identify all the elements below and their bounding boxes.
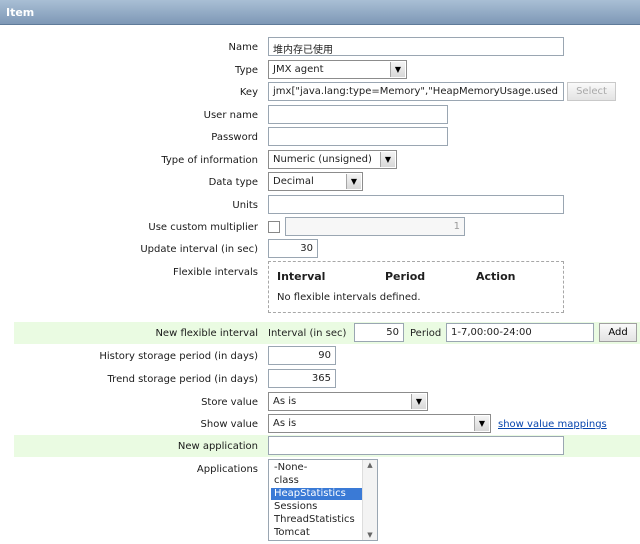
section-title: Item xyxy=(6,6,35,19)
scroll-up-icon[interactable]: ▲ xyxy=(363,461,377,469)
units-input[interactable] xyxy=(268,195,564,214)
password-label: Password xyxy=(211,132,258,143)
flexible-intervals-label: Flexible intervals xyxy=(173,267,258,278)
history-label: History storage period (in days) xyxy=(99,351,258,362)
password-input[interactable] xyxy=(268,127,448,146)
applications-listbox[interactable]: -None- class HeapStatistics Sessions Thr… xyxy=(268,459,378,541)
section-header: Item xyxy=(0,0,640,25)
chevron-down-icon: ▼ xyxy=(346,174,361,189)
username-label: User name xyxy=(203,110,258,121)
scroll-down-icon[interactable]: ▼ xyxy=(363,531,377,539)
key-label: Key xyxy=(239,87,258,98)
custom-multiplier-input[interactable]: 1 xyxy=(285,217,465,236)
application-option[interactable]: ThreadStatistics xyxy=(271,514,364,526)
column-header-interval: Interval xyxy=(277,270,326,283)
new-flexible-interval-label: New flexible interval xyxy=(155,328,258,339)
period-label: Period xyxy=(410,328,442,339)
flexible-intervals-empty-text: No flexible intervals defined. xyxy=(277,292,421,303)
type-select[interactable]: JMX agent ▼ xyxy=(268,60,407,79)
applications-scrollbar[interactable]: ▲ ▼ xyxy=(362,460,377,540)
username-input[interactable] xyxy=(268,105,448,124)
show-value-label: Show value xyxy=(200,419,258,430)
type-of-information-value: Numeric (unsigned) xyxy=(273,154,372,165)
name-label: Name xyxy=(228,42,258,53)
data-type-value: Decimal xyxy=(273,176,314,187)
chevron-down-icon: ▼ xyxy=(411,394,426,409)
applications-label: Applications xyxy=(196,464,258,475)
show-value-select[interactable]: As is ▼ xyxy=(268,414,491,433)
key-input[interactable]: jmx["java.lang:type=Memory","HeapMemoryU… xyxy=(268,82,564,101)
new-application-input[interactable] xyxy=(268,436,564,455)
add-interval-button[interactable]: Add xyxy=(599,323,637,342)
custom-multiplier-label: Use custom multiplier xyxy=(148,222,258,233)
new-period-input[interactable]: 1-7,00:00-24:00 xyxy=(446,323,594,342)
store-value-select[interactable]: As is ▼ xyxy=(268,392,428,411)
chevron-down-icon: ▼ xyxy=(474,416,489,431)
chevron-down-icon: ▼ xyxy=(390,62,405,77)
trend-input[interactable]: 365 xyxy=(268,369,336,388)
units-label: Units xyxy=(232,200,258,211)
update-interval-input[interactable]: 30 xyxy=(268,239,318,258)
store-value-label: Store value xyxy=(201,397,258,408)
trend-label: Trend storage period (in days) xyxy=(107,374,258,385)
application-option[interactable]: Tomcat xyxy=(271,527,364,539)
type-select-value: JMX agent xyxy=(273,64,324,75)
show-value-value: As is xyxy=(273,418,297,429)
type-of-information-select[interactable]: Numeric (unsigned) ▼ xyxy=(268,150,397,169)
application-option[interactable]: class xyxy=(271,475,364,487)
data-type-select[interactable]: Decimal ▼ xyxy=(268,172,363,191)
column-header-action: Action xyxy=(476,270,516,283)
history-input[interactable]: 90 xyxy=(268,346,336,365)
data-type-label: Data type xyxy=(208,177,258,188)
column-header-period: Period xyxy=(385,270,426,283)
type-label: Type xyxy=(235,65,258,76)
custom-multiplier-checkbox[interactable] xyxy=(268,221,280,233)
chevron-down-icon: ▼ xyxy=(380,152,395,167)
interval-sec-label: Interval (in sec) xyxy=(268,328,347,339)
store-value-value: As is xyxy=(273,396,297,407)
application-option[interactable]: -None- xyxy=(271,462,364,474)
new-interval-input[interactable]: 50 xyxy=(354,323,404,342)
update-interval-label: Update interval (in sec) xyxy=(140,244,258,255)
show-value-mappings-link[interactable]: show value mappings xyxy=(498,419,607,430)
new-application-label: New application xyxy=(177,441,258,452)
key-select-button[interactable]: Select xyxy=(567,82,616,101)
flexible-intervals-table: Interval Period Action No flexible inter… xyxy=(268,261,564,313)
type-of-information-label: Type of information xyxy=(161,155,258,166)
name-input[interactable]: 堆内存已使用 xyxy=(268,37,564,56)
application-option[interactable]: Sessions xyxy=(271,501,364,513)
application-option-selected[interactable]: HeapStatistics xyxy=(271,488,364,500)
